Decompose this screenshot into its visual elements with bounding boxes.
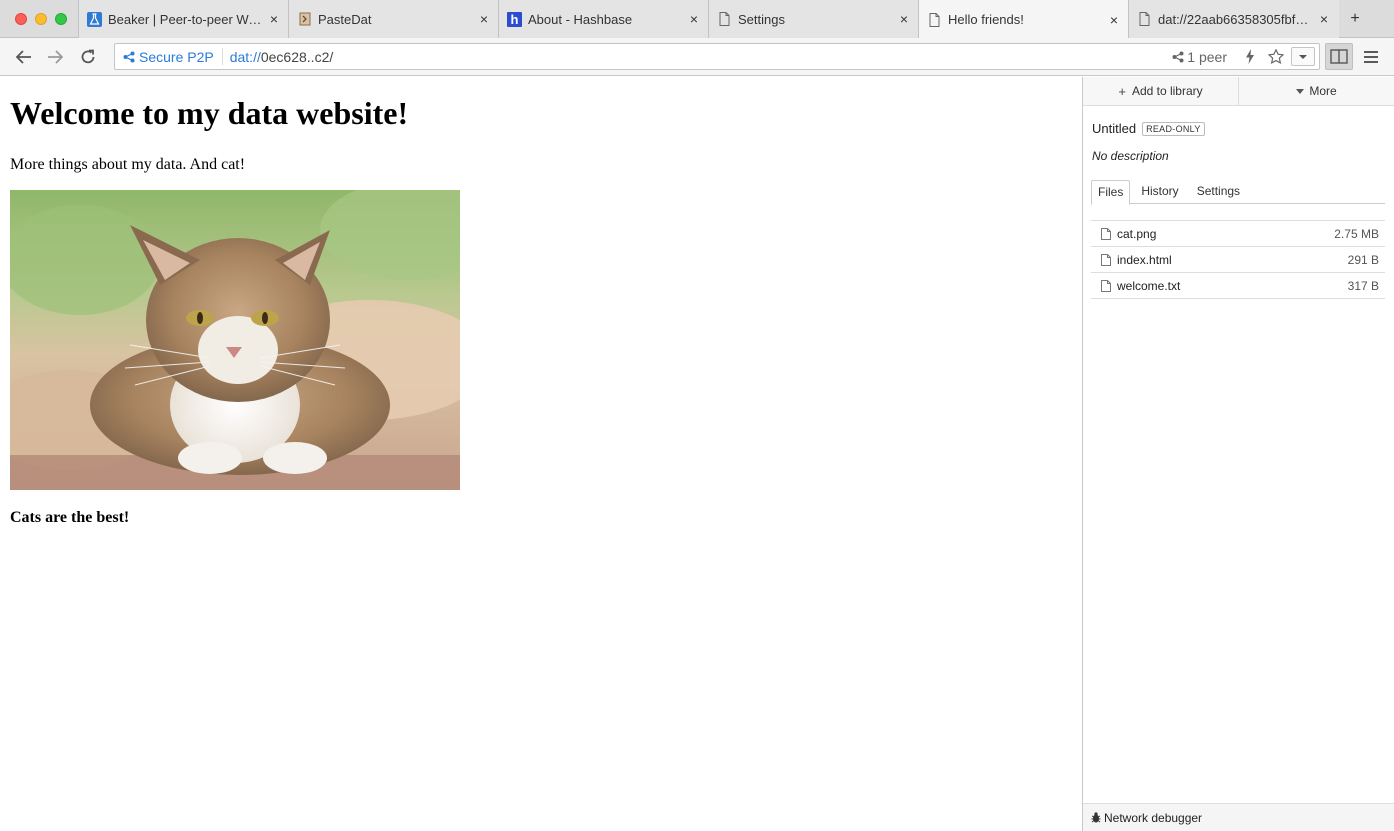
page-caption: Cats are the best! [10,509,130,526]
tab-bar: Beaker | Peer-to-peer We... × PasteDat ×… [0,0,1394,39]
secure-label: Secure P2P [139,48,214,65]
minimize-window-button[interactable] [35,13,47,25]
beaker-icon [87,11,102,27]
more-label: More [1309,84,1337,98]
file-size: 291 B [1347,252,1379,267]
read-only-badge: READ-ONLY [1142,121,1205,136]
tab-dat-url[interactable]: dat://22aab66358305fbfa... × [1128,0,1339,38]
archive-title-row: Untitled READ-ONLY [1092,121,1205,136]
peers-indicator[interactable]: 1 peer [1172,49,1227,65]
arrow-right-icon [48,50,63,64]
more-button[interactable]: More [1238,77,1394,105]
share-icon [1172,51,1184,62]
close-icon[interactable]: × [1107,12,1121,28]
file-row[interactable]: index.html 291 B [1091,247,1385,273]
maximize-window-button[interactable] [55,13,67,25]
close-icon[interactable]: × [1317,11,1331,27]
file-row[interactable]: welcome.txt 317 B [1091,273,1385,299]
page-paragraph: More things about my data. And cat! [10,156,246,173]
sidebar-icon [1330,49,1348,64]
cat-image [10,190,460,490]
file-row[interactable]: cat.png 2.75 MB [1091,221,1385,247]
close-window-button[interactable] [15,13,27,25]
file-size: 317 B [1347,278,1379,293]
sidebar-actions: + Add to library More [1083,77,1394,106]
bug-icon [1091,812,1101,823]
tab-title: About - Hashbase [528,11,633,27]
hamburger-icon [1364,51,1378,63]
archive-description: No description [1092,149,1169,163]
archive-title: Untitled [1092,121,1137,136]
reload-button[interactable] [77,46,99,68]
page-icon [1137,12,1152,27]
network-debugger-button[interactable]: Network debugger [1083,803,1394,831]
site-info-sidebar: + Add to library More Untitled READ-ONLY… [1082,77,1394,831]
tab-title: Settings [738,11,785,27]
file-list: cat.png 2.75 MB index.html 291 B welcome… [1091,220,1385,299]
file-icon [1101,279,1113,292]
back-button[interactable] [13,46,35,68]
forward-button[interactable] [44,46,66,68]
tab-hello-friends[interactable]: Hello friends! × [918,0,1129,39]
network-debugger-label: Network debugger [1104,810,1203,825]
file-name: cat.png [1117,226,1157,241]
add-to-library-button[interactable]: + Add to library [1083,77,1238,105]
url-bar[interactable]: Secure P2P dat://0ec628..c2/ 1 peer [114,43,1320,70]
plus-icon: + [1118,83,1126,99]
sidebar-toggle-button[interactable] [1325,43,1353,70]
tab-title: Beaker | Peer-to-peer We... [108,11,263,27]
file-icon [1101,253,1113,266]
share-icon [123,51,135,62]
tab-pastedat[interactable]: PasteDat × [288,0,499,38]
bookmark-button[interactable] [1265,46,1287,68]
file-size: 2.75 MB [1334,226,1379,241]
main-menu-button[interactable] [1360,46,1382,68]
tab-settings[interactable]: Settings [1192,180,1245,204]
close-icon[interactable]: × [477,11,491,27]
file-name: index.html [1117,252,1172,267]
star-icon [1268,49,1284,64]
close-icon[interactable]: × [897,11,911,27]
peers-count: 1 peer [1187,48,1227,65]
new-tab-button[interactable]: + [1340,0,1370,38]
close-icon[interactable]: × [687,11,701,27]
url-path: 0ec628..c2/ [260,48,334,65]
navigation-bar: Secure P2P dat://0ec628..c2/ 1 peer [0,38,1394,76]
site-menu-dropdown[interactable] [1291,47,1315,66]
pastedat-icon [297,12,312,27]
tab-settings[interactable]: Settings × [708,0,919,38]
tab-beaker[interactable]: Beaker | Peer-to-peer We... × [78,0,289,38]
lightning-icon [1246,49,1254,64]
page-icon [717,12,732,27]
page-icon [927,12,942,27]
add-to-library-label: Add to library [1131,84,1203,98]
file-icon [1101,227,1113,240]
web-page-content: Welcome to my data website! More things … [0,77,1082,831]
lightning-button[interactable] [1239,46,1261,68]
tab-files[interactable]: Files [1091,180,1131,205]
tab-history[interactable]: History [1136,180,1183,204]
sidebar-tabs: Files History Settings [1091,180,1385,205]
tab-title: Hello friends! [948,12,1024,27]
arrow-left-icon [16,50,31,64]
hashbase-icon: h [507,11,522,27]
tab-title: PasteDat [318,11,372,27]
reload-icon [81,49,95,64]
page-heading: Welcome to my data website! [10,95,409,131]
secure-p2p-indicator[interactable]: Secure P2P [115,48,223,65]
chevron-down-icon [1299,54,1307,59]
url-protocol: dat:// [229,48,261,65]
url-text[interactable]: dat://0ec628..c2/ [223,49,334,65]
caret-down-icon [1296,88,1305,94]
tab-hashbase[interactable]: h About - Hashbase × [498,0,709,38]
tab-title: dat://22aab66358305fbfa... [1158,11,1313,27]
close-icon[interactable]: × [267,11,281,27]
file-name: welcome.txt [1117,278,1181,293]
